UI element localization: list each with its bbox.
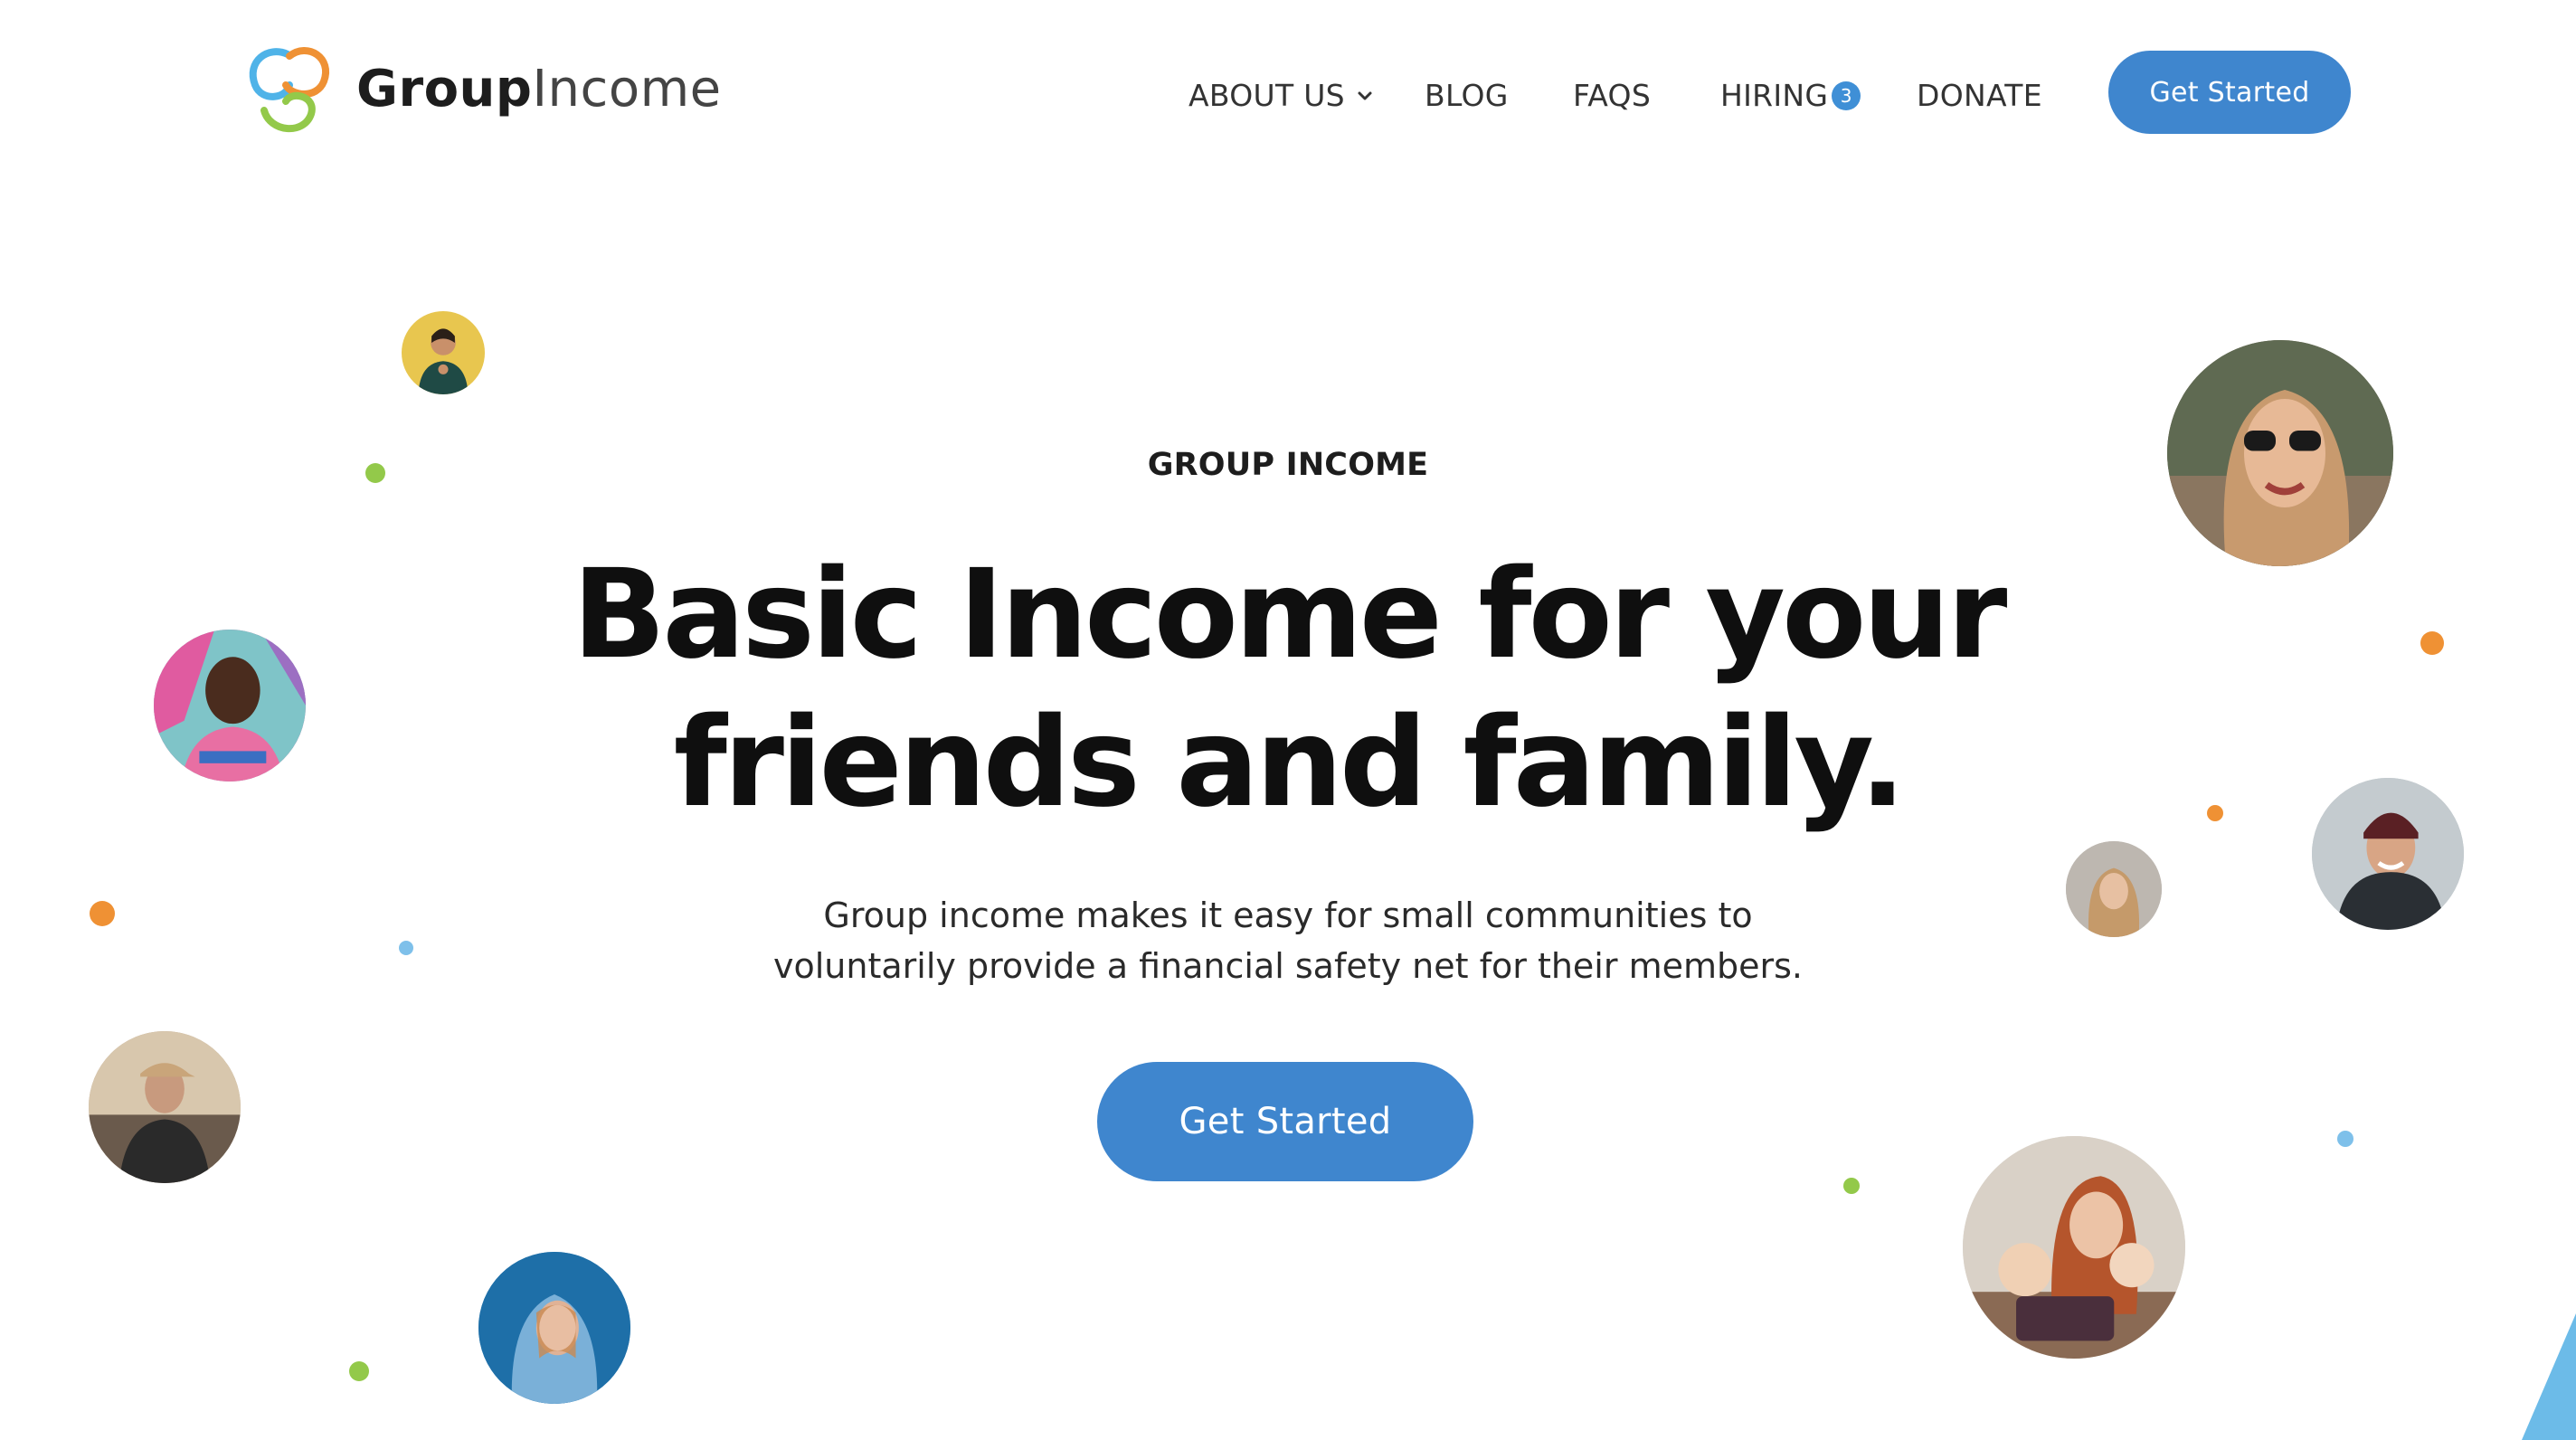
nav-item-label: HIRING [1720, 78, 1829, 113]
decorative-dot [399, 941, 413, 955]
nav-item-about-us[interactable]: ABOUT US [1189, 78, 1376, 113]
decorative-dot [2207, 805, 2223, 821]
avatar-woman-sunglasses [2167, 340, 2393, 566]
avatar-man-beanie [2312, 778, 2464, 930]
hero-subtitle-line1: Group income makes it easy for small com… [823, 895, 1753, 935]
decorative-dot [365, 463, 385, 483]
hero-title: Basic Income for your friends and family… [0, 541, 2576, 838]
nav-item-label: ABOUT US [1189, 78, 1345, 113]
nav-item-donate[interactable]: DONATE [1917, 78, 2042, 113]
nav-item-hiring[interactable]: HIRING 3 [1720, 78, 1861, 113]
avatar-woman-smiling-small [2066, 841, 2162, 937]
nav-item-label: DONATE [1917, 78, 2042, 113]
hiring-count-badge: 3 [1832, 81, 1861, 110]
brand-name-part2: Income [532, 59, 722, 118]
avatar-mother-with-children [1963, 1136, 2185, 1359]
brand-name: GroupIncome [356, 60, 722, 118]
decorative-dot [2420, 631, 2444, 655]
decorative-dot [2337, 1131, 2353, 1147]
hero-subtitle-line2: voluntarily provide a financial safety n… [773, 946, 1803, 986]
group-income-logo-icon [249, 47, 329, 132]
avatar-woman-heart-hands [402, 311, 485, 394]
decorative-dot [90, 901, 115, 926]
avatar-man-cap-city [89, 1031, 241, 1183]
nav-item-faqs[interactable]: FAQS [1573, 78, 1651, 113]
hero-title-line2: friends and family. [673, 692, 1907, 835]
avatar-woman-hoodie [478, 1252, 630, 1404]
nav-item-blog[interactable]: BLOG [1425, 78, 1509, 113]
hero-get-started-button[interactable]: Get Started [1097, 1062, 1473, 1181]
corner-decoration [2522, 1313, 2576, 1440]
nav-item-label: BLOG [1425, 78, 1509, 113]
decorative-dot [349, 1361, 369, 1381]
chevron-down-icon [1358, 91, 1372, 99]
decorative-dot [1843, 1178, 1860, 1194]
brand-logo[interactable]: GroupIncome [237, 38, 722, 139]
avatar-man-colorful-wall [154, 630, 306, 782]
nav-item-label: FAQS [1573, 78, 1652, 113]
hero-subtitle: Group income makes it easy for small com… [0, 890, 2576, 991]
header-get-started-button[interactable]: Get Started [2108, 51, 2351, 134]
hero-title-line1: Basic Income for your [572, 544, 2008, 687]
brand-name-part1: Group [356, 59, 533, 118]
